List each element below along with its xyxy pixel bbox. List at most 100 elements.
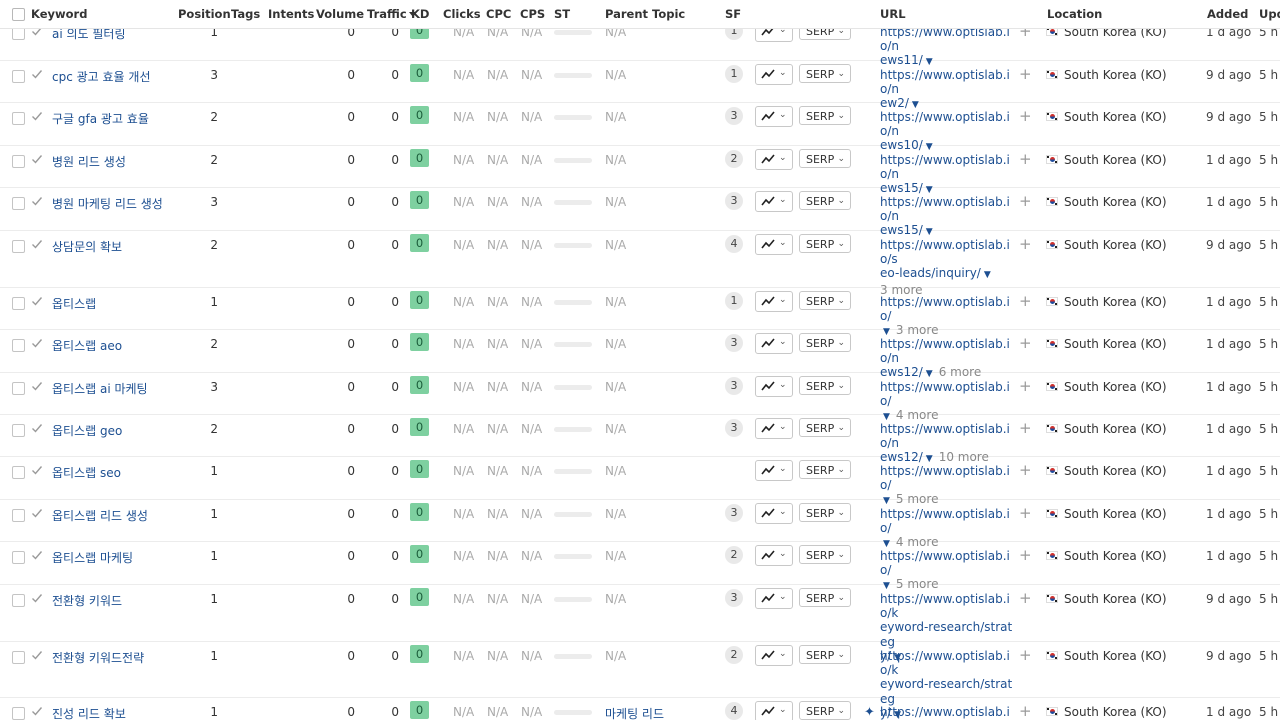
column-cps[interactable]: CPS [520,7,545,21]
trend-button[interactable]: ⌄ [755,149,793,170]
row-checkbox[interactable] [12,155,25,168]
serp-features-count[interactable]: 3 [725,334,743,352]
serp-features-count[interactable]: 2 [725,546,743,564]
serp-button[interactable]: SERP ⌄ [799,545,851,564]
column-updated[interactable]: Upd [1259,7,1280,21]
row-checkbox[interactable] [12,594,25,607]
serp-button[interactable]: SERP ⌄ [799,376,851,395]
plus-icon[interactable]: + [1019,107,1032,125]
column-position[interactable]: Position [178,7,231,21]
parent-topic[interactable]: 마케팅 리드 [605,705,664,720]
trend-button[interactable]: ⌄ [755,460,793,481]
column-intents[interactable]: Intents [268,7,314,21]
column-cpc[interactable]: CPC [486,7,511,21]
column-clicks[interactable]: Clicks [443,7,481,21]
serp-features-count[interactable]: 3 [725,107,743,125]
row-checkbox[interactable] [12,339,25,352]
trend-button[interactable]: ⌄ [755,545,793,566]
serp-button[interactable]: SERP ⌄ [799,106,851,125]
keyword-link[interactable]: 옵티스랩 마케팅 [52,549,133,566]
keyword-link[interactable]: 병원 마케팅 리드 생성 [52,195,163,212]
row-checkbox[interactable] [12,707,25,720]
serp-features-count[interactable]: 1 [725,65,743,83]
serp-features-count[interactable]: 4 [725,702,743,720]
column-tags[interactable]: Tags [231,7,260,21]
column-sf[interactable]: SF [725,7,741,21]
trend-button[interactable]: ⌄ [755,701,793,720]
row-checkbox[interactable] [12,112,25,125]
keyword-link[interactable]: 옵티스랩 ai 마케팅 [52,380,148,397]
row-checkbox[interactable] [12,551,25,564]
serp-button[interactable]: SERP ⌄ [799,460,851,479]
plus-icon[interactable]: + [1019,334,1032,352]
column-st[interactable]: ST [554,7,570,21]
row-checkbox[interactable] [12,240,25,253]
keyword-link[interactable]: 옵티스랩 aeo [52,337,122,354]
plus-icon[interactable]: + [1019,65,1032,83]
serp-features-count[interactable]: 3 [725,377,743,395]
keyword-link[interactable]: 상담문의 확보 [52,238,122,255]
keyword-link[interactable]: 구글 gfa 광고 효율 [52,110,149,127]
serp-features-count[interactable]: 4 [725,235,743,253]
column-parent-topic[interactable]: Parent Topic [605,7,685,21]
serp-features-count[interactable]: 3 [725,192,743,210]
column-location[interactable]: Location [1047,7,1102,21]
column-volume[interactable]: Volume [316,7,364,21]
serp-features-count[interactable]: 3 [725,504,743,522]
plus-icon[interactable]: + [1019,589,1032,607]
row-checkbox[interactable] [12,466,25,479]
row-checkbox[interactable] [12,509,25,522]
select-all-checkbox[interactable] [12,8,25,21]
trend-button[interactable]: ⌄ [755,291,793,312]
plus-icon[interactable]: + [1019,419,1032,437]
chevron-down-icon[interactable]: ▼ [984,270,991,280]
column-keyword[interactable]: Keyword [31,7,87,21]
column-url[interactable]: URL [880,7,906,21]
keyword-link[interactable]: 전환형 키워드전략 [52,649,144,666]
trend-button[interactable]: ⌄ [755,234,793,255]
trend-button[interactable]: ⌄ [755,333,793,354]
url-link[interactable]: https://www.optislab.io/n [880,705,1014,720]
serp-features-count[interactable]: 3 [725,419,743,437]
serp-button[interactable]: SERP ⌄ [799,503,851,522]
plus-icon[interactable]: + [1019,150,1032,168]
serp-button[interactable]: SERP ⌄ [799,333,851,352]
plus-icon[interactable]: + [1019,292,1032,310]
serp-button[interactable]: SERP ⌄ [799,701,851,720]
keyword-link[interactable]: 옵티스랩 [52,295,96,312]
serp-features-count[interactable]: 1 [725,292,743,310]
keyword-link[interactable]: 진성 리드 확보 [52,705,126,720]
plus-icon[interactable]: + [1019,461,1032,479]
row-checkbox[interactable] [12,197,25,210]
column-added[interactable]: Added [1207,7,1248,21]
serp-features-count[interactable]: 2 [725,150,743,168]
row-checkbox[interactable] [12,297,25,310]
trend-button[interactable]: ⌄ [755,588,793,609]
keyword-link[interactable]: cpc 광고 효율 개선 [52,68,151,85]
row-checkbox[interactable] [12,70,25,83]
serp-button[interactable]: SERP ⌄ [799,191,851,210]
trend-button[interactable]: ⌄ [755,191,793,212]
serp-button[interactable]: SERP ⌄ [799,418,851,437]
keyword-link[interactable]: 옵티스랩 seo [52,464,121,481]
row-checkbox[interactable] [12,424,25,437]
column-kd[interactable]: KD [411,7,429,21]
plus-icon[interactable]: + [1019,504,1032,522]
serp-button[interactable]: SERP ⌄ [799,149,851,168]
serp-button[interactable]: SERP ⌄ [799,588,851,607]
plus-icon[interactable]: + [1019,192,1032,210]
trend-button[interactable]: ⌄ [755,376,793,397]
plus-icon[interactable]: + [1019,646,1032,664]
trend-button[interactable]: ⌄ [755,64,793,85]
row-checkbox[interactable] [12,651,25,664]
serp-button[interactable]: SERP ⌄ [799,291,851,310]
serp-button[interactable]: SERP ⌄ [799,234,851,253]
keyword-link[interactable]: 전환형 키워드 [52,592,122,609]
plus-icon[interactable]: + [1019,546,1032,564]
serp-button[interactable]: SERP ⌄ [799,645,851,664]
serp-features-count[interactable]: 3 [725,589,743,607]
keyword-link[interactable]: 옵티스랩 geo [52,422,122,439]
plus-icon[interactable]: + [1019,702,1032,720]
serp-features-count[interactable]: 2 [725,646,743,664]
keyword-link[interactable]: 옵티스랩 리드 생성 [52,507,148,524]
